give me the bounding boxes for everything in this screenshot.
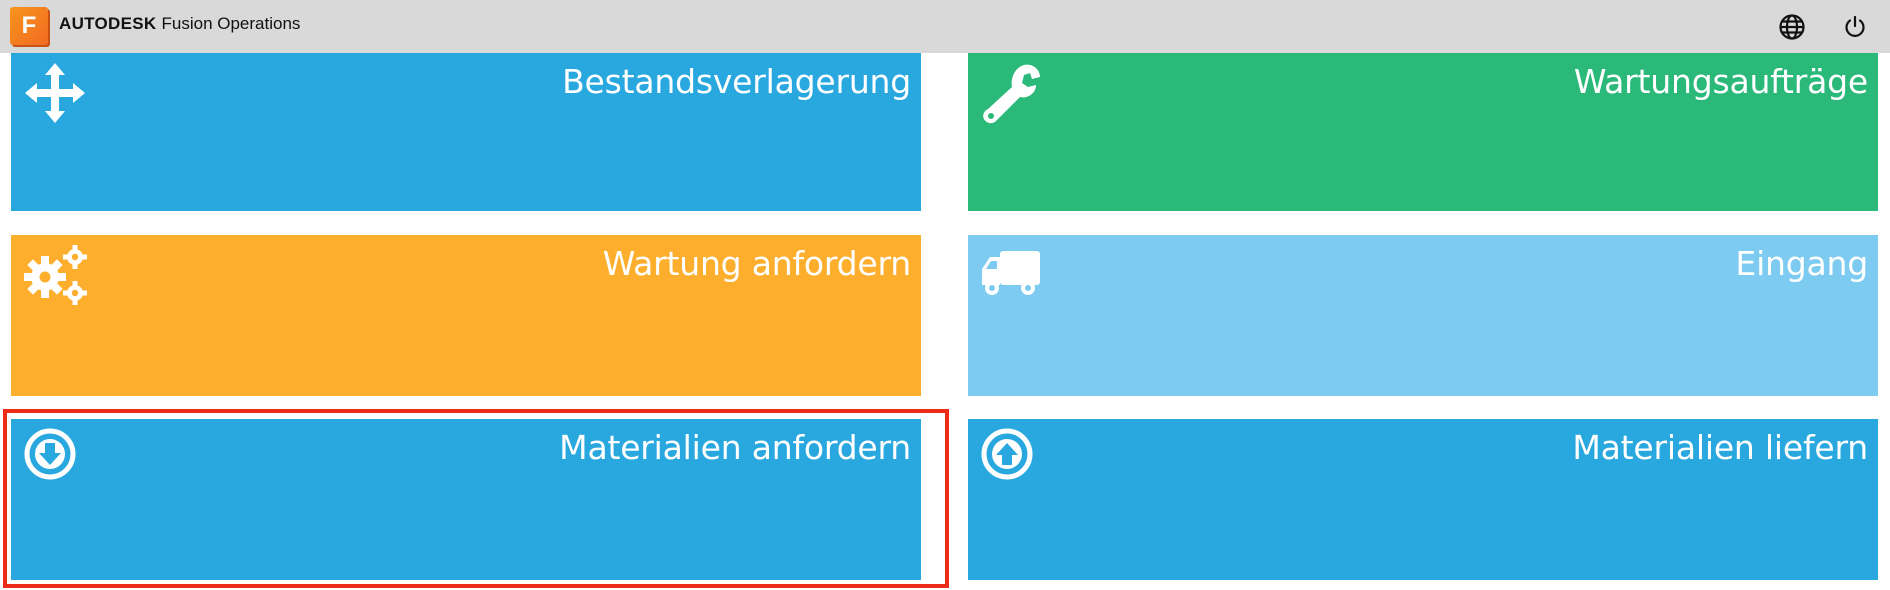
tile-label: Wartung anfordern <box>602 244 911 283</box>
gears-icon <box>23 243 91 312</box>
app-title: AUTODESK Fusion Operations <box>59 14 300 34</box>
company-name: AUTODESK <box>59 14 157 33</box>
truck-icon <box>980 243 1042 308</box>
app-logo[interactable]: F <box>10 7 48 45</box>
tile-wartung-anfordern[interactable]: Wartung anfordern <box>11 235 921 396</box>
wrench-icon <box>980 61 1042 130</box>
arrow-up-circle-icon <box>980 427 1034 486</box>
tile-label: Wartungsaufträge <box>1573 62 1868 101</box>
arrow-down-circle-icon <box>23 427 77 486</box>
tile-materialien-anfordern[interactable]: Materialien anfordern <box>11 419 921 580</box>
tile-materialien-liefern[interactable]: Materialien liefern <box>968 419 1878 580</box>
tile-label: Materialien liefern <box>1572 428 1868 467</box>
product-name: Fusion Operations <box>161 14 301 33</box>
tile-label: Materialien anfordern <box>559 428 911 467</box>
tile-eingang[interactable]: Eingang <box>968 235 1878 396</box>
tile-label: Bestandsverlagerung <box>562 62 911 101</box>
top-bar: F AUTODESK Fusion Operations <box>0 0 1890 53</box>
globe-icon[interactable] <box>1776 11 1808 43</box>
move-arrows-icon <box>23 61 87 130</box>
logo-letter: F <box>21 12 37 39</box>
tile-wartungsauftraege[interactable]: Wartungsaufträge <box>968 53 1878 211</box>
tile-bestandsverlagerung[interactable]: Bestandsverlagerung <box>11 53 921 211</box>
power-icon[interactable] <box>1839 11 1871 43</box>
tile-label: Eingang <box>1735 244 1868 283</box>
